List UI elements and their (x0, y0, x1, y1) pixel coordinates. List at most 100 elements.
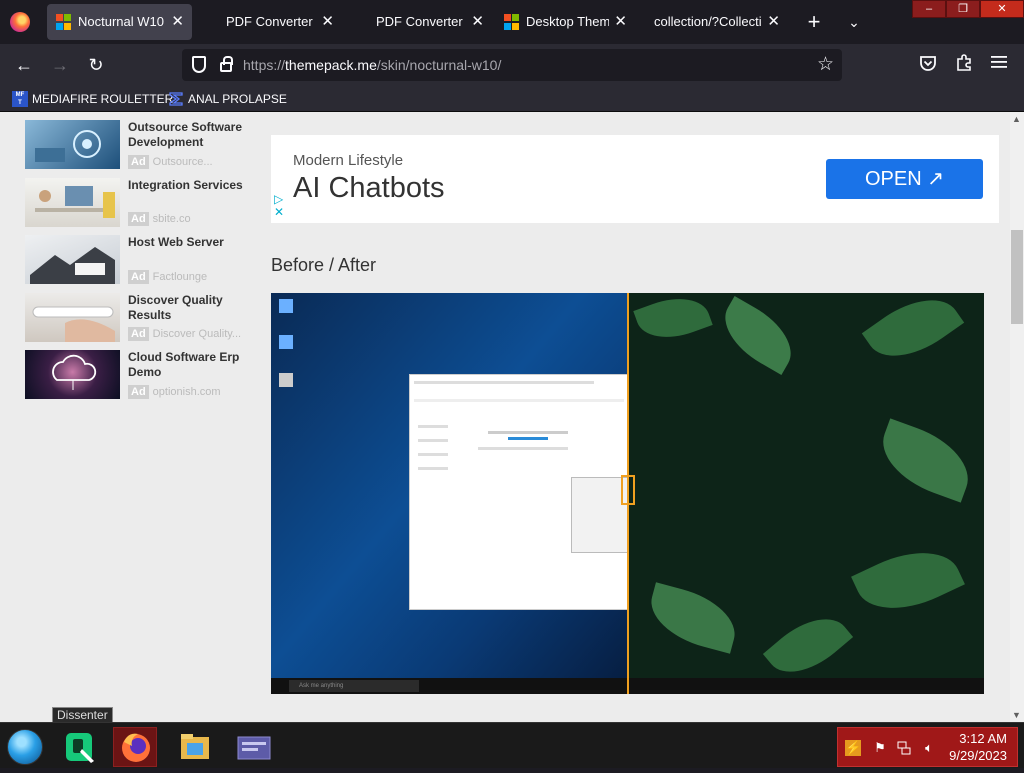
ad-source-text: Discover Quality... (152, 328, 242, 340)
ad-source-text: Outsource... (152, 155, 213, 168)
ad-thumbnail[interactable] (25, 235, 120, 284)
list-all-tabs-button[interactable]: ⌄ (845, 9, 863, 35)
tab-pdf-converter-2[interactable]: PDF Converter To ✕ (364, 4, 492, 40)
context-menu-light (571, 477, 628, 553)
sigma-icon (168, 91, 184, 107)
bookmark-star-icon[interactable]: ☆ (817, 53, 834, 77)
tab-close-icon[interactable]: ✕ (614, 4, 627, 40)
start-button[interactable] (7, 729, 43, 765)
ad-source[interactable]: Ad Factlounge (128, 269, 207, 284)
tab-collection[interactable]: collection/?Collection ✕ (642, 4, 788, 40)
ad-source-text: sbite.co (152, 213, 191, 225)
ad-source[interactable]: Ad Discover Quality... (128, 327, 241, 341)
ad-badge: Ad (128, 327, 149, 341)
app-tray-icon[interactable]: ⚡ (845, 740, 861, 756)
url-scheme: https:// (243, 57, 286, 73)
minimize-button[interactable]: – (912, 0, 946, 18)
ad-source[interactable]: Ad sbite.co (128, 212, 191, 226)
action-center-flag-icon[interactable]: ⚑ (872, 740, 888, 756)
after-image (628, 293, 984, 694)
section-heading: Before / After (271, 255, 377, 275)
banner-ad[interactable]: Modern Lifestyle AI Chatbots OPEN ↗ ▷ ✕ (271, 135, 999, 223)
list-item[interactable]: Integration Services Ad sbite.co (25, 170, 255, 228)
clock-date: 9/29/2023 (949, 748, 1007, 763)
microsoft-store-icon (504, 14, 520, 30)
list-item[interactable]: Host Web Server Ad Factlounge (25, 227, 255, 285)
system-clock[interactable]: 3:12 AM 9/29/2023 (949, 730, 1007, 764)
menu-hamburger-icon[interactable] (988, 54, 1010, 76)
url-text[interactable]: https://themepack.me/skin/nocturnal-w10/ (243, 49, 501, 81)
list-item[interactable]: Cloud Software Erp Demo Ad optionish.com (25, 342, 255, 400)
network-desktop-icon (279, 335, 293, 349)
scroll-down-arrow-icon[interactable]: ▼ (1012, 710, 1021, 720)
extensions-puzzle-icon[interactable] (953, 54, 975, 76)
list-item[interactable]: Outsource Software Development Ad Outsour… (25, 112, 255, 170)
list-item[interactable]: Discover Quality Results Ad Discover Qual… (25, 285, 255, 343)
tab-close-icon[interactable]: ✕ (471, 4, 484, 40)
pocket-icon[interactable] (917, 54, 939, 76)
mini-search-box: Ask me anything (289, 680, 419, 692)
firefox-taskbar-button[interactable] (113, 727, 157, 767)
tracking-protection-shield-icon[interactable] (192, 56, 206, 73)
tab-pdf-converter-1[interactable]: PDF Converter To ✕ (214, 4, 342, 40)
ad-thumbnail[interactable] (25, 350, 120, 399)
ad-title[interactable]: Cloud Software Erp Demo (128, 350, 253, 380)
new-tab-button[interactable]: + (803, 9, 825, 35)
mediafire-icon: MF T (12, 91, 28, 107)
ad-title[interactable]: Discover Quality Results (128, 293, 253, 323)
ad-source[interactable]: Ad optionish.com (128, 384, 221, 399)
firefox-icon[interactable] (10, 12, 30, 32)
scroll-up-arrow-icon[interactable]: ▲ (1012, 114, 1021, 124)
forward-button[interactable]: → (46, 52, 74, 78)
ad-thumbnail[interactable] (25, 177, 120, 227)
reload-button[interactable]: ↻ (82, 52, 110, 78)
url-domain: themepack.me (285, 57, 377, 73)
open-button[interactable]: OPEN ↗ (826, 159, 983, 199)
banner-headline: AI Chatbots (293, 172, 445, 204)
this-pc-desktop-icon (279, 299, 293, 313)
before-after-comparison-image[interactable]: Ask me anything (271, 293, 984, 694)
ad-title[interactable]: Host Web Server (128, 235, 253, 250)
lock-icon[interactable] (220, 56, 233, 72)
web-page-content: Outsource Software Development Ad Outsour… (0, 112, 1010, 722)
restore-button[interactable]: ❐ (946, 0, 980, 18)
bookmark-anal-prolapse[interactable]: ANAL PROLAPSE (168, 90, 288, 108)
ad-source[interactable]: Ad Outsource... (128, 154, 213, 169)
tab-close-icon[interactable]: ✕ (321, 4, 334, 40)
adchoices-icon[interactable]: ▷ ✕ (274, 193, 284, 219)
close-window-button[interactable]: ✕ (980, 0, 1024, 18)
tab-nocturnal[interactable]: Nocturnal W10 Sk ✕ (47, 4, 192, 40)
ad-source-text: optionish.com (152, 385, 221, 398)
before-image (271, 293, 628, 694)
page-scrollbar[interactable]: ▲ ▼ (1010, 112, 1024, 722)
tab-bar: Nocturnal W10 Sk ✕ PDF Converter To ✕ PD… (0, 0, 1024, 44)
comparison-slider-handle[interactable] (621, 475, 635, 505)
ad-title[interactable]: Outsource Software Development (128, 120, 253, 150)
tab-label: PDF Converter To (226, 14, 316, 29)
bookmark-mediafire-rouletter[interactable]: MF T MEDIAFIRE ROULETTER (12, 90, 173, 108)
dissenter-app-button[interactable] (58, 727, 102, 767)
back-button[interactable]: ← (10, 52, 38, 78)
ad-thumbnail[interactable] (25, 120, 120, 169)
network-icon[interactable] (896, 740, 912, 756)
tab-close-icon[interactable]: ✕ (767, 4, 780, 40)
tab-close-icon[interactable]: ✕ (171, 4, 184, 40)
ad-title[interactable]: Integration Services (128, 178, 253, 193)
sidebar-ad-list: Outsource Software Development Ad Outsour… (25, 112, 255, 400)
banner-subtitle: Modern Lifestyle (293, 152, 404, 169)
ad-badge: Ad (128, 154, 149, 169)
bookmarks-toolbar: MF T MEDIAFIRE ROULETTER ANAL PROLAPSE (0, 86, 1024, 112)
url-path: /skin/nocturnal-w10/ (376, 57, 502, 73)
volume-icon[interactable]: 🔈︎ (921, 740, 937, 756)
scrollbar-thumb[interactable] (1011, 230, 1023, 324)
tab-label: PDF Converter To (376, 14, 466, 29)
address-bar[interactable]: https://themepack.me/skin/nocturnal-w10/… (182, 49, 842, 81)
ad-badge: Ad (128, 384, 149, 399)
tab-desktop-themes[interactable]: Desktop Themes ✕ (495, 4, 635, 40)
windows-taskbar: ⚡ ⚑ 🔈︎ 3:12 AM 9/29/2023 (0, 722, 1024, 768)
file-explorer-button[interactable] (173, 727, 217, 767)
window-controls: – ❐ ✕ (912, 0, 1024, 18)
app-window-button[interactable] (232, 727, 276, 767)
tab-label: Desktop Themes (526, 14, 609, 29)
ad-thumbnail[interactable] (25, 292, 120, 342)
